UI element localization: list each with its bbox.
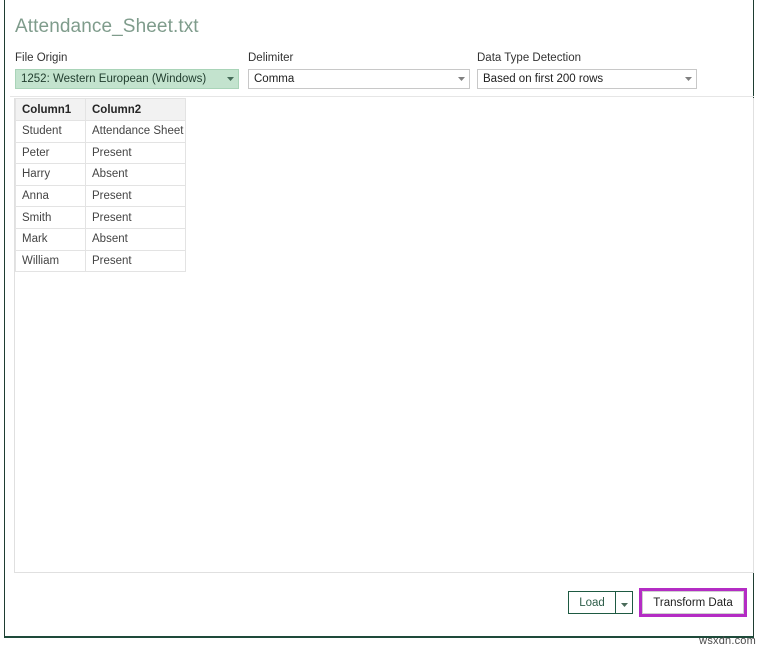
table-cell: Mark	[15, 228, 86, 251]
dialog-title-bar: Attendance_Sheet.txt	[15, 16, 199, 46]
table-cell: Student	[15, 120, 86, 143]
table-row: Smith Present	[15, 206, 186, 229]
chevron-down-icon	[620, 594, 628, 612]
table-row: Harry Absent	[15, 163, 186, 186]
data-type-detection-label: Data Type Detection	[477, 52, 581, 64]
transform-data-button[interactable]: Transform Data	[642, 591, 744, 614]
data-preview-pane: Column1 Column2 Student Attendance Sheet…	[14, 98, 754, 573]
load-split-button: Load	[568, 591, 633, 614]
table-header-row: Column1 Column2	[15, 98, 186, 121]
table-row: Peter Present	[15, 142, 186, 165]
load-dropdown-button[interactable]	[615, 591, 633, 614]
chevron-down-icon[interactable]	[453, 70, 469, 88]
data-type-detection-dropdown[interactable]: Based on first 200 rows	[477, 69, 697, 89]
column-header-1[interactable]: Column1	[15, 98, 86, 121]
delimiter-label: Delimiter	[248, 52, 294, 64]
delimiter-group: Delimiter Comma	[248, 52, 470, 89]
table-row: William Present	[15, 250, 186, 273]
import-text-file-dialog: Attendance_Sheet.txt File Origin 1252: W…	[4, 0, 754, 638]
file-origin-dropdown[interactable]: 1252: Western European (Windows)	[15, 69, 239, 89]
table-row: Student Attendance Sheet	[15, 120, 186, 143]
dialog-footer: Load Transform Data	[5, 588, 755, 628]
table-cell: Present	[85, 206, 186, 229]
watermark: wsxdn.com	[699, 635, 756, 647]
table-cell: Anna	[15, 185, 86, 208]
delimiter-dropdown[interactable]: Comma	[248, 69, 470, 89]
table-row: Mark Absent	[15, 228, 186, 251]
table-cell: Present	[85, 142, 186, 165]
chevron-down-icon[interactable]	[680, 70, 696, 88]
file-origin-group: File Origin 1252: Western European (Wind…	[15, 52, 239, 89]
column-header-2[interactable]: Column2	[85, 98, 186, 121]
table-cell: Absent	[85, 163, 186, 186]
chevron-down-icon[interactable]	[222, 70, 238, 88]
data-type-detection-value: Based on first 200 rows	[483, 73, 604, 85]
delimiter-value: Comma	[254, 73, 295, 85]
table-cell: Peter	[15, 142, 86, 165]
preview-table: Column1 Column2 Student Attendance Sheet…	[15, 98, 186, 273]
table-cell: Smith	[15, 206, 86, 229]
load-button[interactable]: Load	[568, 591, 615, 614]
table-cell: William	[15, 250, 86, 273]
table-cell: Present	[85, 250, 186, 273]
table-cell: Harry	[15, 163, 86, 186]
table-cell: Present	[85, 185, 186, 208]
data-type-detection-group: Data Type Detection Based on first 200 r…	[477, 52, 697, 89]
file-origin-value: 1252: Western European (Windows)	[21, 73, 207, 85]
table-row: Anna Present	[15, 185, 186, 208]
options-separator	[10, 96, 754, 97]
file-origin-label: File Origin	[15, 52, 68, 64]
page-title: Attendance_Sheet.txt	[15, 16, 199, 37]
table-cell: Attendance Sheet	[85, 120, 186, 143]
table-cell: Absent	[85, 228, 186, 251]
